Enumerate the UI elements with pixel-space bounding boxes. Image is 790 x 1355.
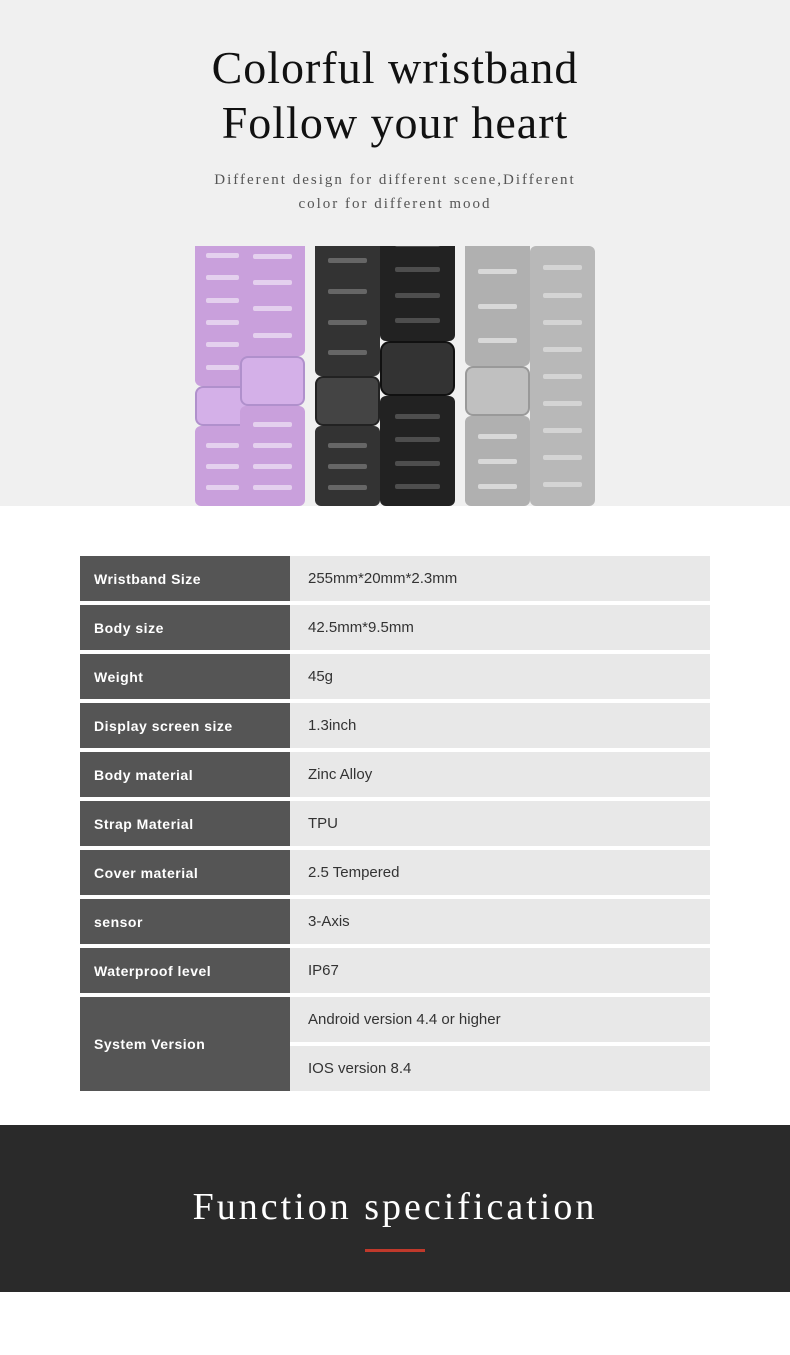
spec-value-wristband-size: 255mm*20mm*2.3mm [290,556,710,601]
spec-row-weight: Weight 45g [80,654,710,699]
spec-row-sensor: sensor 3-Axis [80,899,710,944]
spec-label-system-version: System Version [80,997,290,1091]
hero-title: Colorful wristband Follow your heart [20,40,770,150]
function-section: Function specification [0,1125,790,1292]
spec-row-system-version: System Version Android version 4.4 or hi… [80,997,710,1091]
spec-value-sensor: 3-Axis [290,899,710,944]
spec-label-display-size: Display screen size [80,703,290,748]
spec-value-waterproof: IP67 [290,948,710,993]
band-black-small [315,246,380,506]
spec-value-strap-material: TPU [290,801,710,846]
spec-value-cover-material: 2.5 Tempered [290,850,710,895]
band-gray-small [465,246,530,506]
spec-row-waterproof: Waterproof level IP67 [80,948,710,993]
spec-label-wristband-size: Wristband Size [80,556,290,601]
spec-label-cover-material: Cover material [80,850,290,895]
spec-row-cover-material: Cover material 2.5 Tempered [80,850,710,895]
spec-row-body-material: Body material Zinc Alloy [80,752,710,797]
spec-label-weight: Weight [80,654,290,699]
hero-subtitle: Different design for different scene,Dif… [20,168,770,216]
spec-row-strap-material: Strap Material TPU [80,801,710,846]
band-black-tall [380,246,455,506]
hero-section: Colorful wristband Follow your heart Dif… [0,0,790,506]
spec-value-android: Android version 4.4 or higher [290,997,710,1042]
spec-value-body-material: Zinc Alloy [290,752,710,797]
function-underline [365,1249,425,1252]
spec-label-strap-material: Strap Material [80,801,290,846]
spec-label-sensor: sensor [80,899,290,944]
spec-row-body-size: Body size 42.5mm*9.5mm [80,605,710,650]
spec-value-ios: IOS version 8.4 [290,1046,710,1091]
spec-values-system: Android version 4.4 or higher IOS versio… [290,997,710,1091]
spec-label-body-material: Body material [80,752,290,797]
function-title: Function specification [20,1185,770,1229]
spec-label-body-size: Body size [80,605,290,650]
spec-label-waterproof: Waterproof level [80,948,290,993]
specs-section: Wristband Size 255mm*20mm*2.3mm Body siz… [0,506,790,1125]
band-purple-tall [240,246,305,506]
spec-value-weight: 45g [290,654,710,699]
wristbands-image [20,246,770,506]
spec-row-display-size: Display screen size 1.3inch [80,703,710,748]
band-gray-tall [530,246,595,506]
spec-value-body-size: 42.5mm*9.5mm [290,605,710,650]
spec-row-wristband-size: Wristband Size 255mm*20mm*2.3mm [80,556,710,601]
spec-value-display-size: 1.3inch [290,703,710,748]
